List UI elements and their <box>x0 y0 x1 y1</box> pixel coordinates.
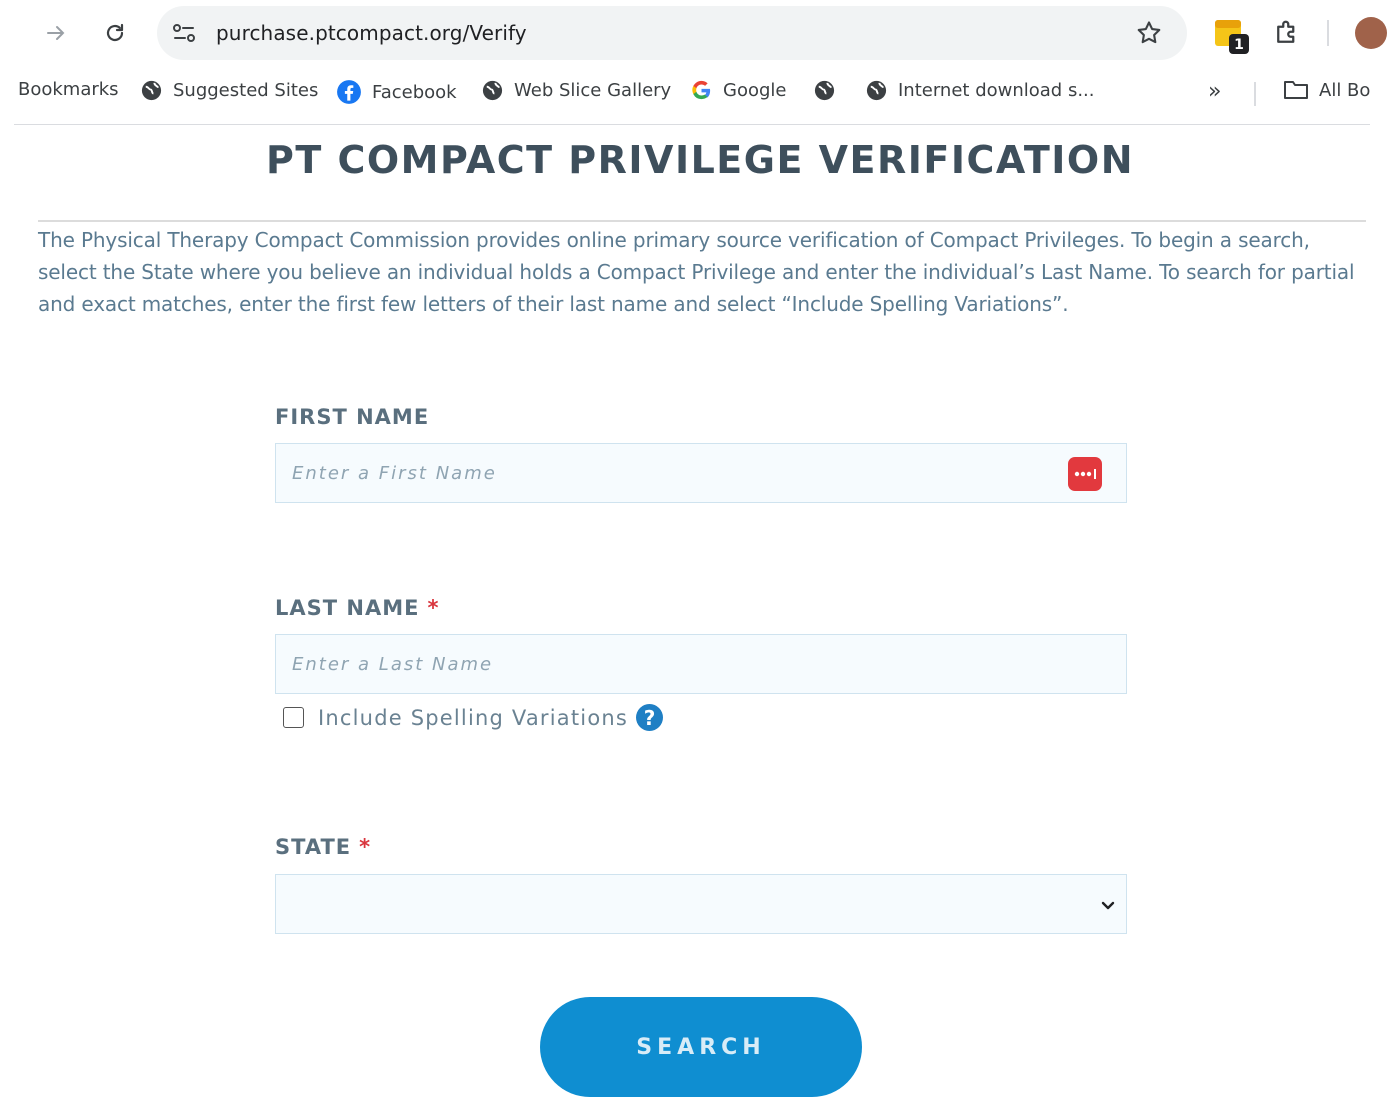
bookmark-label: Bookmarks <box>18 79 119 100</box>
password-manager-icon <box>1074 469 1096 479</box>
extension-calendar-icon: 1 <box>1215 20 1249 54</box>
bookmark-suggested-sites[interactable]: Suggested Sites <box>140 79 318 102</box>
arrow-right-icon <box>47 26 65 40</box>
bookmark-facebook[interactable]: Facebook <box>336 79 457 105</box>
bookmark-label: Suggested Sites <box>173 80 319 101</box>
puzzle-icon <box>1277 20 1295 43</box>
reload-button[interactable] <box>98 16 132 50</box>
extensions-menu-button[interactable] <box>1272 18 1302 53</box>
bookmarks-bar: Bookmarks Suggested Sites Facebook Web S… <box>0 66 1388 120</box>
state-label: STATE * <box>275 835 371 859</box>
first-name-input[interactable] <box>276 444 1126 502</box>
browser-toolbar: purchase.ptcompact.org/Verify 1 <box>0 0 1388 66</box>
help-icon[interactable]: ? <box>636 704 664 731</box>
last-name-label: LAST NAME * <box>275 596 439 620</box>
profile-avatar[interactable] <box>1355 17 1387 49</box>
chevrons-right-icon: » <box>1208 79 1222 104</box>
globe-icon <box>814 80 835 101</box>
site-settings-icon[interactable] <box>171 21 197 45</box>
bookmark-untitled[interactable] <box>813 79 846 102</box>
first-name-label-text: FIRST NAME <box>275 405 430 429</box>
spelling-variations-checkbox[interactable] <box>283 707 304 728</box>
intro-text: The Physical Therapy Compact Commission … <box>38 228 1355 316</box>
spelling-variations-label[interactable]: Include Spelling Variations <box>318 706 628 730</box>
bookmark-star-icon[interactable] <box>1135 19 1163 47</box>
state-label-text: STATE <box>275 835 352 859</box>
url-text[interactable]: purchase.ptcompact.org/Verify <box>216 21 527 45</box>
last-name-label-text: LAST NAME <box>275 596 420 620</box>
globe-icon <box>866 80 887 101</box>
bookmark-google[interactable]: Google <box>690 79 786 102</box>
required-marker: * <box>427 596 440 620</box>
spelling-variations-row: Include Spelling Variations ? <box>283 704 664 731</box>
state-field <box>275 874 1127 934</box>
last-name-field <box>275 634 1127 694</box>
toolbar-separator <box>14 124 1370 125</box>
bookmark-bookmarks[interactable]: Bookmarks <box>18 79 119 100</box>
toolbar-divider <box>1327 20 1329 46</box>
bookmark-label: Web Slice Gallery <box>514 80 672 101</box>
bookmark-label: Google <box>723 80 787 101</box>
extension-badge: 1 <box>1234 37 1244 53</box>
bookmark-label: Internet download s... <box>898 80 1095 101</box>
folder-icon <box>1284 81 1308 99</box>
bookmark-web-slice-gallery[interactable]: Web Slice Gallery <box>481 79 671 102</box>
page-title: PT COMPACT PRIVILEGE VERIFICATION <box>265 138 1135 182</box>
bookmarks-overflow-button[interactable]: » <box>1208 79 1221 104</box>
bookmark-internet-download[interactable]: Internet download s... <box>865 79 1095 102</box>
first-name-field <box>275 443 1127 503</box>
bookmark-label: Facebook <box>372 81 457 103</box>
extension-button[interactable]: 1 <box>1213 16 1253 61</box>
reload-icon <box>106 23 124 42</box>
password-manager-button[interactable] <box>1068 457 1102 491</box>
search-button[interactable]: SEARCH <box>540 997 862 1097</box>
google-icon <box>692 80 711 100</box>
bookmarks-divider <box>1254 82 1256 106</box>
required-marker: * <box>359 835 372 859</box>
forward-button[interactable] <box>39 16 73 50</box>
all-bookmarks-label: All Bo <box>1319 79 1371 101</box>
address-bar[interactable]: purchase.ptcompact.org/Verify <box>157 6 1187 60</box>
facebook-icon <box>337 80 361 104</box>
globe-icon <box>141 80 162 101</box>
state-select[interactable] <box>276 875 1126 933</box>
globe-icon <box>482 80 503 101</box>
first-name-label: FIRST NAME <box>275 405 429 429</box>
all-bookmarks-button[interactable]: All Bo <box>1283 79 1370 101</box>
last-name-input[interactable] <box>276 635 1126 693</box>
title-divider <box>38 220 1366 222</box>
